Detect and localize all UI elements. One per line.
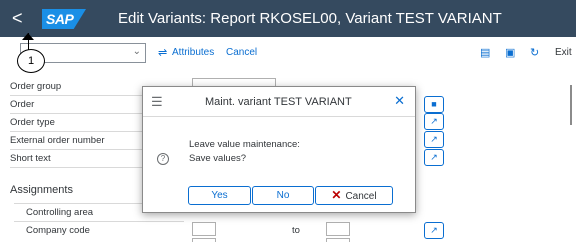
cancel-button[interactable]: ✕ Cancel — [315, 186, 393, 205]
back-button[interactable]: < — [12, 8, 28, 28]
multiple-selection-icon: ↗ — [430, 225, 438, 235]
scrollbar[interactable] — [570, 85, 572, 125]
dialog-header: ☰ Maint. variant TEST VARIANT ✕ — [143, 87, 415, 117]
multiple-selection-icon: ↗ — [430, 152, 438, 162]
multiple-selection-icon: ■ — [431, 99, 437, 109]
filter-icon[interactable]: ↻ — [530, 46, 539, 59]
attributes-button[interactable]: Attributes — [172, 47, 214, 58]
company-code-from-input[interactable] — [192, 222, 216, 236]
multiple-selection-button[interactable]: ↗ — [424, 131, 444, 148]
multiple-selection-button[interactable]: ↗ — [424, 113, 444, 130]
close-icon[interactable]: ✕ — [394, 93, 405, 109]
multiple-selection-button[interactable]: ↗ — [424, 149, 444, 166]
company-code-to-input[interactable] — [326, 222, 350, 236]
question-icon: ? — [157, 153, 169, 165]
range-to-label: to — [292, 225, 300, 236]
form-row-company-code: Company code — [14, 221, 184, 239]
multiple-selection-icon: ↗ — [430, 134, 438, 144]
shell-header: < SAP Edit Variants: Report RKOSEL00, Va… — [0, 0, 576, 37]
chevron-down-icon: ⌄ — [132, 46, 141, 57]
page-title: Edit Variants: Report RKOSEL00, Variant … — [118, 10, 502, 27]
no-button[interactable]: No — [252, 186, 314, 205]
multiple-selection-button[interactable]: ■ — [424, 96, 444, 113]
dialog-message-line2: Save values? — [189, 153, 247, 164]
menu-icon[interactable]: ☰ — [151, 94, 163, 110]
assignments-heading: Assignments — [10, 184, 73, 196]
save-variant-icon[interactable]: ▤ — [480, 46, 490, 59]
multiple-selection-icon: ↗ — [430, 116, 438, 126]
next-row-to-input[interactable] — [326, 238, 350, 242]
callout-line — [28, 33, 29, 50]
back-icon: < — [12, 8, 23, 28]
next-row-input[interactable] — [192, 238, 216, 242]
screen-assignment-icon[interactable]: ▣ — [505, 46, 515, 59]
close-icon: ✕ — [331, 188, 342, 202]
callout-marker: 1 — [17, 49, 45, 73]
attributes-icon: ⇌ — [158, 47, 168, 59]
maint-variant-dialog: ☰ Maint. variant TEST VARIANT ✕ Leave va… — [142, 86, 416, 213]
dialog-title: Maint. variant TEST VARIANT — [205, 96, 352, 108]
yes-button[interactable]: Yes — [188, 186, 251, 205]
sap-logo: SAP — [42, 9, 86, 29]
cancel-toolbar-button[interactable]: Cancel — [226, 47, 257, 58]
multiple-selection-button[interactable]: ↗ — [424, 222, 444, 239]
dialog-message-line1: Leave value maintenance: — [189, 139, 300, 150]
exit-button[interactable]: Exit — [555, 47, 572, 58]
